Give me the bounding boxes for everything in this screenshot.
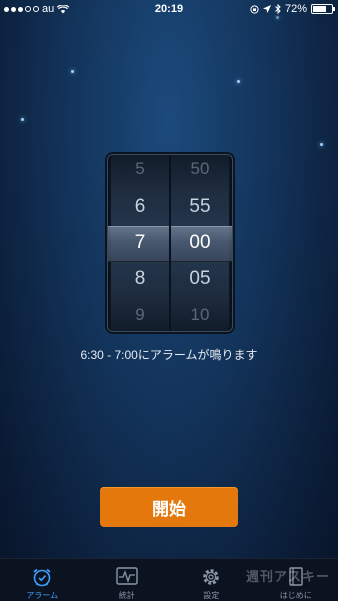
hour-option[interactable]: 8: [111, 268, 169, 290]
tab-label: 設定: [169, 590, 254, 601]
hour-option[interactable]: 6: [111, 196, 169, 218]
orientation-lock-icon: [250, 5, 259, 14]
star: [21, 118, 24, 121]
hour-option[interactable]: 9: [111, 305, 169, 325]
alarm-window-message: 6:30 - 7:00にアラームが鳴ります: [0, 346, 338, 363]
star: [237, 80, 240, 83]
star: [276, 16, 279, 19]
minute-selected[interactable]: 00: [171, 232, 229, 254]
alarm-clock-icon: [31, 567, 53, 587]
star: [320, 143, 323, 146]
hour-option[interactable]: 5: [111, 159, 169, 179]
tab-label: はじめに: [254, 590, 338, 601]
bluetooth-icon: [275, 4, 281, 14]
tab-label: アラーム: [0, 590, 85, 601]
minute-option[interactable]: 05: [171, 268, 229, 290]
status-bar: au 20:19 72%: [0, 0, 338, 18]
watermark-logo: 週刊アスキー: [246, 566, 330, 585]
hour-wheel[interactable]: 5 6 7 8 9: [111, 155, 169, 331]
start-button[interactable]: 開始: [100, 487, 238, 527]
hour-selected[interactable]: 7: [111, 232, 169, 254]
alarm-time-picker[interactable]: 5 6 7 8 9 50 55 00 05 10: [107, 154, 233, 332]
tab-alarm[interactable]: アラーム: [0, 559, 85, 601]
location-arrow-icon: [263, 5, 271, 13]
battery-icon: [311, 4, 333, 14]
wheel-divider: [169, 155, 171, 331]
tab-settings[interactable]: 設定: [169, 559, 254, 601]
battery-percent: 72%: [285, 3, 307, 15]
minute-wheel[interactable]: 50 55 00 05 10: [171, 155, 229, 331]
status-right: 72%: [250, 3, 333, 15]
minute-option[interactable]: 50: [171, 159, 229, 179]
gear-icon: [201, 567, 221, 587]
minute-option[interactable]: 55: [171, 196, 229, 218]
tab-label: 統計: [85, 590, 170, 601]
tab-statistics[interactable]: 統計: [85, 559, 170, 601]
stats-graph-icon: [116, 567, 138, 585]
star: [71, 70, 74, 73]
minute-option[interactable]: 10: [171, 305, 229, 325]
